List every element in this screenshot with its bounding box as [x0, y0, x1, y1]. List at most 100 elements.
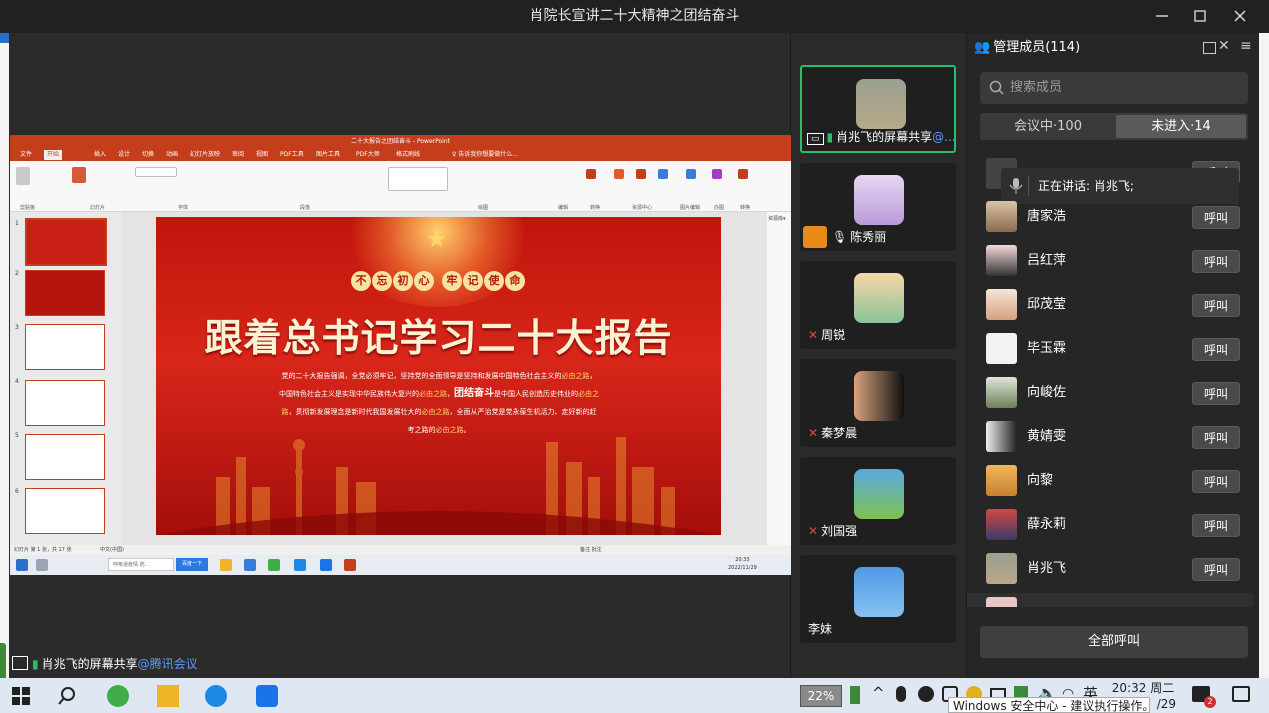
- ppt-tab[interactable]: 审阅: [232, 150, 244, 160]
- file-explorer-icon[interactable]: [157, 685, 179, 707]
- participant-name: ✕ 刘国强: [808, 524, 858, 538]
- qq-tray-icon[interactable]: [918, 686, 934, 702]
- tab-in-meeting[interactable]: 会议中·100: [982, 115, 1114, 138]
- resource-icon-2[interactable]: [658, 169, 668, 179]
- call-button[interactable]: 呼叫: [1192, 338, 1240, 361]
- windows-start-icon[interactable]: [10, 685, 32, 707]
- image-edit-icon[interactable]: [686, 169, 696, 179]
- resource-pane-label[interactable]: 资源库▾: [768, 215, 786, 222]
- ribbon-group-label: 剪贴板: [20, 205, 36, 211]
- tab-not-joined[interactable]: 未进入·14: [1116, 115, 1246, 138]
- panel-menu-icon[interactable]: ≡: [1240, 38, 1252, 54]
- call-all-button[interactable]: 全部呼叫: [980, 626, 1248, 658]
- ppt-tab[interactable]: 文件: [20, 150, 32, 160]
- language-status: 中文(中国): [100, 547, 124, 553]
- web-search-input[interactable]: 呼吸道疫情 药...: [108, 558, 174, 571]
- powerpoint-icon[interactable]: [344, 559, 356, 571]
- shared-clock: 20:33 2022/11/29: [728, 557, 757, 571]
- chevron-up-icon[interactable]: ^: [872, 684, 885, 702]
- call-button[interactable]: 呼叫: [1192, 514, 1240, 537]
- call-button[interactable]: 呼叫: [1192, 470, 1240, 493]
- call-button[interactable]: 呼叫: [1192, 382, 1240, 405]
- web-search-button[interactable]: 百度一下: [176, 558, 208, 571]
- close-button[interactable]: [1218, 0, 1262, 33]
- new-slide-icon[interactable]: [72, 167, 86, 183]
- shapes-gallery-icon[interactable]: [388, 167, 448, 191]
- ppt-tab[interactable]: 插入: [94, 150, 106, 160]
- windows-start-icon[interactable]: [16, 559, 28, 571]
- font-box-icon[interactable]: [135, 167, 177, 177]
- battery-indicator[interactable]: 22%: [800, 685, 842, 707]
- participant-name: ✕ 周锐: [808, 328, 846, 342]
- resource-icon[interactable]: [636, 169, 646, 179]
- slide-thumbnail-3[interactable]: [25, 324, 105, 370]
- slide-thumbnail-4[interactable]: [25, 380, 105, 426]
- ppt-tab[interactable]: 图片工具: [316, 150, 340, 160]
- ppt-tab[interactable]: 幻灯片放映: [190, 150, 220, 160]
- maximize-button[interactable]: [1178, 0, 1222, 33]
- slide-thumbnail-1[interactable]: [25, 218, 107, 266]
- meeting-app-icon[interactable]: [256, 685, 278, 707]
- ppt-tab[interactable]: 设计: [118, 150, 130, 160]
- video-tile-sharer[interactable]: ▭ ▮ 肖兆飞的屏幕共享@...: [800, 65, 956, 153]
- video-tile-participant[interactable]: 🎙 陈秀丽: [800, 163, 956, 251]
- meeting-app-icon[interactable]: [320, 559, 332, 571]
- call-button[interactable]: 呼叫: [1192, 558, 1240, 581]
- call-button[interactable]: 呼叫: [1192, 206, 1240, 229]
- mic-icon: [1009, 178, 1023, 194]
- image-tool-icon[interactable]: [712, 169, 722, 179]
- member-row: 唐家浩 呼叫: [980, 195, 1250, 239]
- ribbon-group-label: 编辑: [558, 205, 569, 211]
- paste-icon[interactable]: [16, 167, 30, 185]
- search-icon[interactable]: [56, 685, 78, 707]
- members-icon: 👥: [974, 40, 991, 55]
- edge-icon[interactable]: [294, 559, 306, 571]
- body-line-1: 党的二十大报告强调，全党必须牢记，坚持党的全面领导是坚持和发展中国特色社会主义的…: [281, 372, 597, 380]
- panel-close-icon[interactable]: ✕: [1218, 38, 1230, 54]
- ppt-tab[interactable]: 视图: [256, 150, 268, 160]
- file-explorer-icon[interactable]: [220, 559, 232, 571]
- ppt-tab[interactable]: 格式刷线: [396, 150, 420, 160]
- call-button[interactable]: 呼叫: [1192, 426, 1240, 449]
- participant-name: 🎙 陈秀丽: [832, 230, 887, 244]
- avatar: [986, 553, 1017, 584]
- video-tile-participant[interactable]: ✕ 周锐: [800, 261, 956, 349]
- notes-comments-status[interactable]: 备注 批注: [580, 545, 602, 555]
- slide-thumbnail-2[interactable]: [25, 270, 105, 316]
- ppt-title: 二十大报告之团结奋斗 - PowerPoint: [350, 138, 451, 145]
- convert-pdf-icon[interactable]: [586, 169, 596, 179]
- qq-browser-icon[interactable]: [205, 685, 227, 707]
- slide-thumbnail-5[interactable]: [25, 434, 105, 480]
- ppt-tell-me[interactable]: ♀ 告诉我你想要做什么...: [452, 150, 518, 160]
- battery-icon[interactable]: [850, 686, 860, 704]
- member-name: 向黎: [1027, 473, 1054, 488]
- member-search-input[interactable]: 搜索成员: [980, 72, 1248, 104]
- search-icon[interactable]: [36, 559, 48, 571]
- ppt-tab[interactable]: 动画: [166, 150, 178, 160]
- store-icon[interactable]: [244, 559, 256, 571]
- browser-icon[interactable]: [107, 685, 129, 707]
- member-row: 肖兆飞 呼叫: [980, 547, 1250, 591]
- browser-icon[interactable]: [268, 559, 280, 571]
- slogan-char: 不: [351, 271, 371, 291]
- action-center-icon[interactable]: [1232, 686, 1250, 702]
- mic-tray-icon[interactable]: [896, 686, 906, 702]
- ppt-tab-active[interactable]: 开始: [44, 150, 63, 160]
- ppt-tab[interactable]: 切换: [142, 150, 154, 160]
- template-icon[interactable]: [614, 169, 624, 179]
- call-button[interactable]: 呼叫: [1192, 250, 1240, 273]
- ppt-tab[interactable]: PDF工具: [280, 150, 304, 160]
- window-title: 肖院长宣讲二十大精神之团结奋斗: [529, 8, 740, 24]
- video-tile-participant[interactable]: ✕ 秦梦晨: [800, 359, 956, 447]
- pdf-convert-icon[interactable]: [738, 169, 748, 179]
- thumb-number: 5: [15, 432, 19, 439]
- slide-headline: 跟着总书记学习二十大报告: [204, 316, 673, 360]
- thumb-number: 6: [15, 488, 19, 495]
- popout-icon[interactable]: [1203, 42, 1216, 54]
- slide-thumbnail-6[interactable]: [25, 488, 105, 534]
- video-tile-participant[interactable]: 李妹: [800, 555, 956, 643]
- security-toast-tooltip[interactable]: Windows 安全中心 - 建议执行操作。: [948, 697, 1150, 713]
- video-tile-participant[interactable]: ✕ 刘国强: [800, 457, 956, 545]
- call-button[interactable]: 呼叫: [1192, 294, 1240, 317]
- ppt-tab[interactable]: PDF大师: [356, 150, 380, 160]
